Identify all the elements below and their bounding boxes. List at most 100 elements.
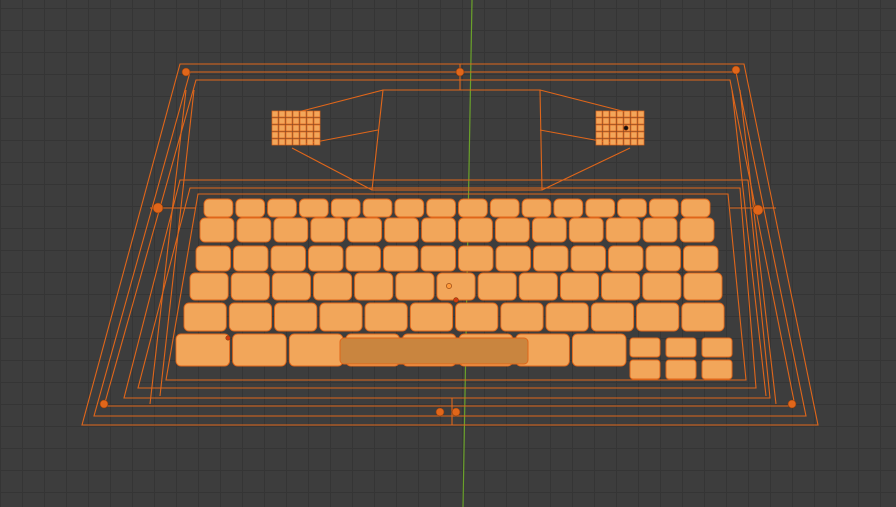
keyboard-key[interactable]	[228, 302, 273, 332]
keyboard-key[interactable]	[458, 217, 493, 243]
keyboard-key[interactable]	[680, 198, 711, 218]
keyboard-key[interactable]	[521, 198, 552, 218]
arrow-key[interactable]	[629, 337, 661, 358]
display-mount[interactable]	[371, 89, 543, 191]
keyboard-key[interactable]	[494, 217, 530, 243]
3d-viewport[interactable]	[0, 0, 896, 507]
keyboard-key[interactable]	[230, 272, 270, 301]
keyboard-key[interactable]	[642, 217, 678, 243]
keyboard-key[interactable]	[683, 245, 719, 272]
vertex-dot[interactable]	[731, 65, 741, 75]
keyboard-key[interactable]	[533, 245, 569, 272]
keyboard-key[interactable]	[175, 333, 231, 367]
keyboard-key[interactable]	[384, 217, 419, 243]
keyboard-key[interactable]	[354, 272, 394, 301]
keyboard-key[interactable]	[601, 272, 641, 301]
keyboard-key[interactable]	[645, 245, 681, 272]
speaker-hole	[602, 117, 610, 125]
vertex-dot[interactable]	[435, 407, 445, 417]
keyboard-key[interactable]	[559, 272, 600, 301]
keyboard-key[interactable]	[362, 198, 393, 218]
vertex-dot[interactable]	[453, 297, 459, 303]
keyboard-key[interactable]	[642, 272, 682, 301]
arrow-key[interactable]	[665, 359, 697, 380]
trackpoint[interactable]	[446, 283, 452, 289]
keyboard-key[interactable]	[233, 245, 269, 272]
keyboard-key[interactable]	[267, 198, 297, 218]
speaker-right[interactable]	[595, 110, 645, 146]
keyboard-key[interactable]	[617, 198, 647, 218]
keyboard-key[interactable]	[232, 333, 287, 367]
keyboard-key[interactable]	[199, 217, 235, 243]
keyboard-key[interactable]	[195, 245, 231, 272]
keyboard-key[interactable]	[420, 245, 456, 272]
keyboard-key[interactable]	[590, 302, 635, 332]
keyboard-key[interactable]	[477, 272, 517, 301]
arrow-key[interactable]	[665, 337, 697, 358]
keyboard-key[interactable]	[495, 245, 531, 272]
keyboard-key[interactable]	[313, 272, 353, 301]
keyboard-key[interactable]	[436, 272, 476, 301]
keyboard-key[interactable]	[681, 302, 725, 332]
keyboard-key[interactable]	[394, 198, 425, 218]
keyboard-key[interactable]	[310, 217, 346, 243]
keyboard-key[interactable]	[274, 302, 318, 332]
vertex-dot[interactable]	[225, 335, 231, 341]
speaker-left[interactable]	[271, 110, 321, 146]
keyboard-key[interactable]	[298, 198, 329, 218]
keyboard-key[interactable]	[308, 245, 344, 272]
keyboard-key[interactable]	[636, 302, 680, 332]
keyboard-key[interactable]	[345, 245, 381, 272]
keyboard-key[interactable]	[570, 245, 606, 272]
keyboard-key[interactable]	[270, 245, 306, 272]
keyboard-keys[interactable]	[175, 198, 733, 380]
keyboard-key[interactable]	[183, 302, 227, 332]
keyboard-key[interactable]	[679, 217, 715, 243]
keyboard-key[interactable]	[683, 272, 723, 301]
keyboard-key[interactable]	[271, 272, 311, 301]
vertex-dot[interactable]	[455, 67, 465, 77]
vertex-dot[interactable]	[752, 204, 764, 216]
keyboard-key[interactable]	[319, 302, 363, 332]
vertex-dot[interactable]	[181, 67, 191, 77]
vertex-dot[interactable]	[623, 125, 629, 131]
keyboard-key[interactable]	[500, 302, 544, 332]
keyboard-key[interactable]	[458, 198, 488, 218]
spacebar-key[interactable]	[339, 337, 529, 365]
keyboard-key[interactable]	[489, 198, 520, 218]
keyboard-key[interactable]	[568, 217, 604, 243]
keyboard-key[interactable]	[605, 217, 641, 243]
keyboard-key[interactable]	[236, 217, 272, 243]
vertex-dot[interactable]	[152, 202, 164, 214]
keyboard-key[interactable]	[273, 217, 309, 243]
keyboard-key[interactable]	[553, 198, 584, 218]
vertex-dot[interactable]	[787, 399, 797, 409]
keyboard-key[interactable]	[608, 245, 644, 272]
keyboard-key[interactable]	[455, 302, 499, 332]
keyboard-key[interactable]	[288, 333, 344, 367]
keyboard-key[interactable]	[395, 272, 435, 301]
keyboard-key[interactable]	[458, 245, 494, 272]
arrow-key[interactable]	[701, 337, 733, 358]
keyboard-key[interactable]	[421, 217, 456, 243]
keyboard-key[interactable]	[203, 198, 234, 218]
keyboard-key[interactable]	[648, 198, 679, 218]
keyboard-key[interactable]	[347, 217, 383, 243]
keyboard-key[interactable]	[531, 217, 567, 243]
keyboard-key[interactable]	[585, 198, 616, 218]
keyboard-key[interactable]	[518, 272, 558, 301]
arrow-key[interactable]	[701, 359, 733, 380]
arrow-key[interactable]	[629, 359, 661, 380]
keyboard-key[interactable]	[571, 333, 627, 367]
keyboard-key[interactable]	[426, 198, 456, 218]
wireframe-scene[interactable]	[0, 0, 896, 507]
keyboard-key[interactable]	[364, 302, 408, 332]
keyboard-key[interactable]	[235, 198, 266, 218]
keyboard-key[interactable]	[330, 198, 361, 218]
vertex-dot[interactable]	[99, 399, 109, 409]
keyboard-key[interactable]	[545, 302, 589, 332]
vertex-dot[interactable]	[451, 407, 461, 417]
keyboard-key[interactable]	[189, 272, 229, 301]
keyboard-key[interactable]	[409, 302, 454, 332]
keyboard-key[interactable]	[383, 245, 419, 272]
